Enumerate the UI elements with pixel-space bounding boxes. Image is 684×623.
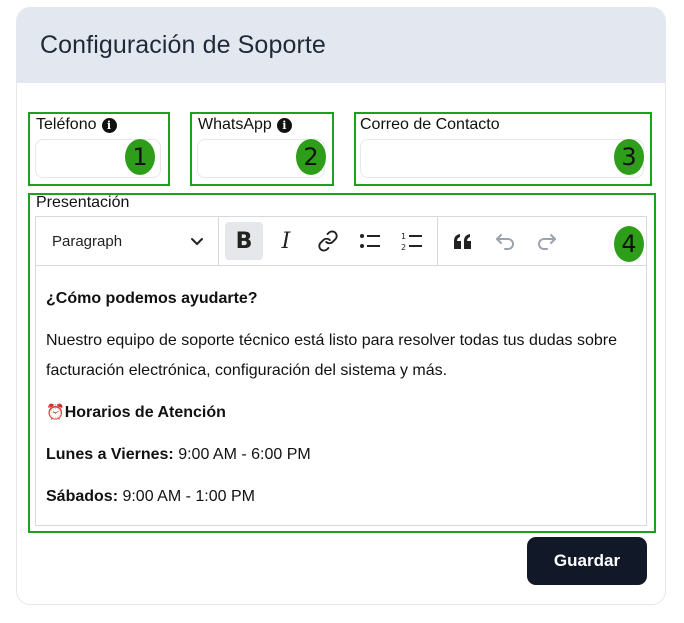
chevron-down-icon [191, 238, 203, 245]
svg-text:1: 1 [401, 232, 406, 241]
annotation-badge-4: 4 [614, 226, 644, 262]
annotation-badge-1: 1 [125, 139, 155, 175]
weekday-label: Lunes a Viernes: [46, 446, 174, 463]
bold-button[interactable]: B [225, 222, 263, 260]
rich-text-editor: Paragraph B I 1 2 ¿Cómo podemos ayudarte… [35, 216, 647, 526]
numbered-list-icon: 1 2 [401, 232, 422, 252]
undo-button[interactable] [486, 222, 524, 260]
weekday-hours: Lunes a Viernes: 9:00 AM - 6:00 PM [46, 440, 636, 470]
bold-icon: B [235, 228, 253, 254]
numbered-list-button[interactable]: 1 2 [393, 222, 431, 260]
link-button[interactable] [309, 222, 347, 260]
editor-content[interactable]: ¿Cómo podemos ayudarte? Nuestro equipo d… [36, 266, 646, 512]
presentacion-label: Presentación [36, 194, 130, 211]
whatsapp-label: WhatsApp i [198, 116, 292, 134]
whatsapp-label-text: WhatsApp [198, 116, 272, 133]
weekday-hours-value: 9:00 AM - 6:00 PM [173, 446, 311, 463]
italic-icon: I [281, 228, 291, 254]
blockquote-button[interactable] [444, 222, 482, 260]
paragraph-style-value: Paragraph [52, 232, 123, 250]
paragraph-style-select[interactable]: Paragraph [36, 216, 219, 266]
undo-icon [496, 234, 514, 250]
redo-icon [538, 234, 556, 250]
italic-button[interactable]: I [267, 222, 305, 260]
svg-text:2: 2 [401, 243, 406, 252]
bulleted-list-icon [360, 234, 380, 248]
editor-toolbar: Paragraph B I 1 2 [36, 216, 646, 266]
saturday-hours-value: 9:00 AM - 1:00 PM [118, 488, 255, 505]
info-icon[interactable]: i [276, 117, 292, 133]
hours-heading: ⏰Horarios de Atención [46, 398, 636, 428]
card-header: Configuración de Soporte [17, 8, 665, 83]
content-intro: Nuestro equipo de soporte técnico está l… [46, 332, 617, 379]
saturday-hours: Sábados: 9:00 AM - 1:00 PM [46, 482, 636, 512]
annotation-badge-3: 3 [614, 139, 644, 175]
block-group [438, 217, 572, 266]
link-icon [318, 230, 338, 252]
telefono-label: Teléfono i [36, 116, 117, 134]
redo-button[interactable] [528, 222, 566, 260]
page-title: Configuración de Soporte [40, 31, 326, 59]
content-heading: ¿Cómo podemos ayudarte? [46, 290, 258, 307]
telefono-label-text: Teléfono [36, 116, 97, 133]
annotation-badge-2: 2 [296, 139, 326, 175]
bulleted-list-button[interactable] [351, 222, 389, 260]
quote-icon [454, 234, 471, 249]
saturday-label: Sábados: [46, 488, 119, 505]
correo-label: Correo de Contacto [360, 116, 500, 133]
hours-title: Horarios de Atención [64, 404, 226, 421]
format-group: B I 1 2 [219, 216, 438, 266]
alarm-clock-icon: ⏰ [46, 404, 65, 421]
save-button[interactable]: Guardar [527, 537, 647, 585]
correo-input[interactable] [360, 139, 644, 178]
info-icon[interactable]: i [101, 117, 117, 133]
